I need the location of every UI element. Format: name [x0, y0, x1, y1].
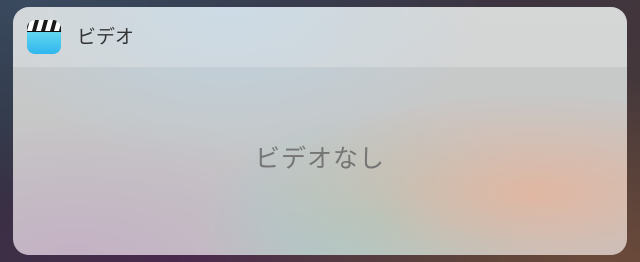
empty-state-message: ビデオなし: [13, 67, 627, 255]
videos-clapperboard-icon: [27, 20, 61, 54]
empty-state-label: ビデオなし: [254, 144, 385, 173]
videos-widget[interactable]: ビデオ ビデオなし: [13, 7, 627, 255]
widget-app-name: ビデオ: [77, 26, 135, 48]
widget-header[interactable]: ビデオ: [13, 7, 627, 68]
